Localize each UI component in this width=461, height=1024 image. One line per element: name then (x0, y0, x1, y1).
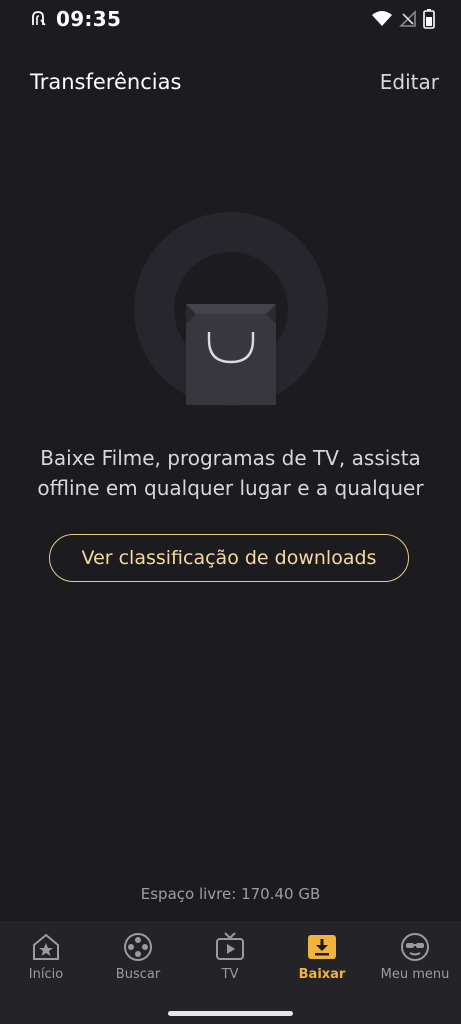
download-ranking-button[interactable]: Ver classificação de downloads (49, 534, 409, 582)
free-space-label: Espaço livre: 170.40 GB (140, 885, 321, 903)
profile-icon (401, 933, 429, 961)
empty-message: Baixe Filme, programas de TV, assista of… (37, 446, 424, 499)
tv-icon (216, 932, 244, 960)
nav-item-tv[interactable]: TV (184, 931, 276, 982)
status-bar: 09:35 (0, 0, 461, 40)
nav-item-buscar[interactable]: Buscar (92, 931, 184, 982)
nav-label-buscar: Buscar (115, 967, 161, 982)
nav-label-inicio: Início (28, 967, 64, 982)
nav-item-baixar[interactable]: Baixar (276, 931, 368, 982)
edit-button[interactable]: Editar (380, 70, 439, 94)
nav-label-tv: TV (221, 967, 239, 982)
status-right (371, 9, 435, 29)
nav-item-meu-menu[interactable]: Meu menu (369, 931, 461, 982)
status-left: 09:35 (30, 7, 121, 31)
nav-label-meu-menu: Meu menu (380, 967, 450, 982)
nav-item-inicio[interactable]: Início (0, 931, 92, 982)
page-title: Transferências (30, 70, 182, 94)
wifi-icon (372, 11, 392, 26)
film-reel-icon (124, 933, 152, 961)
shopping-bag-icon (134, 212, 328, 406)
status-time: 09:35 (56, 7, 122, 31)
bottom-nav: Início Buscar TV Baixar Meu menu (0, 921, 461, 1024)
notification-icon (32, 11, 46, 26)
header: Transferências Editar (0, 60, 461, 106)
download-icon (308, 935, 336, 959)
signal-icon (399, 10, 416, 27)
home-indicator[interactable] (168, 1011, 293, 1016)
nav-label-baixar: Baixar (298, 967, 346, 982)
home-icon (33, 933, 59, 960)
battery-icon (423, 9, 435, 29)
